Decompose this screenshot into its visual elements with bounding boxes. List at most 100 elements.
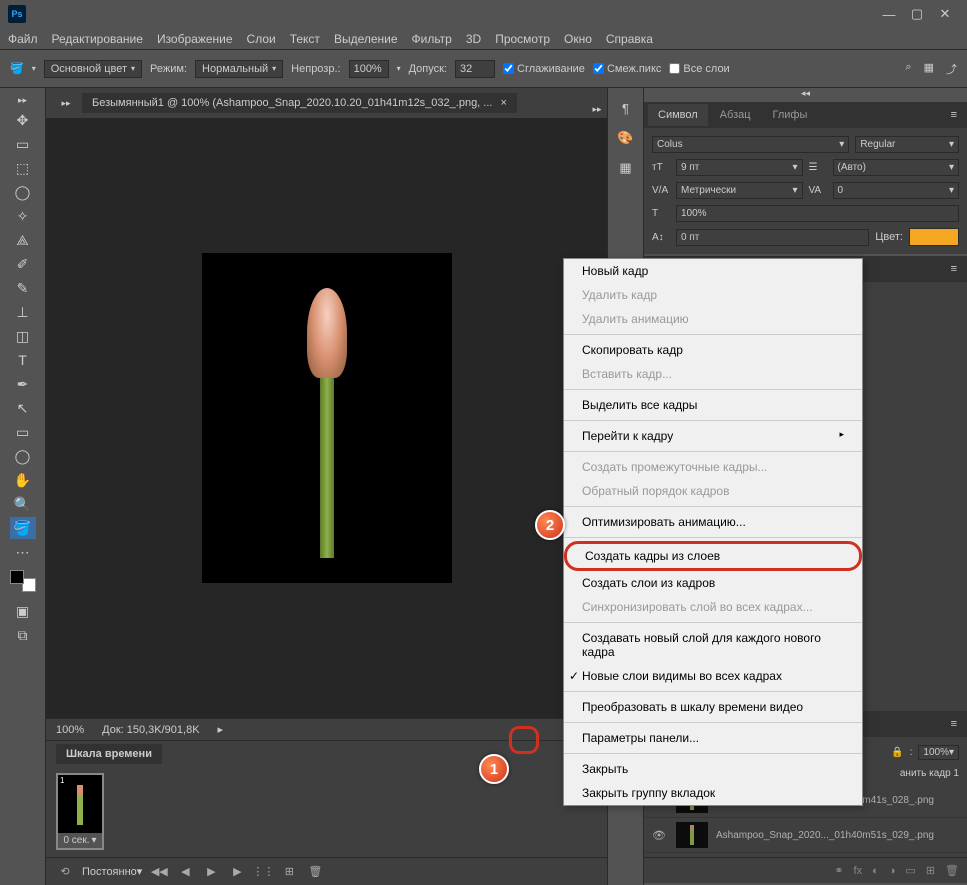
tracking-select[interactable]: 0▾: [833, 182, 960, 199]
cm-flatten[interactable]: Создать слои из кадров: [564, 571, 862, 595]
share-icon[interactable]: ⤴: [946, 61, 957, 77]
lock-icon[interactable]: 🔒: [891, 747, 903, 758]
animation-frame-1[interactable]: 0 сек.▾: [56, 773, 104, 850]
ellipse-tool[interactable]: ◯: [10, 445, 36, 467]
frame-duration[interactable]: 0 сек.▾: [58, 833, 102, 848]
play-button[interactable]: ▶: [202, 863, 220, 881]
opacity-input[interactable]: 100%: [349, 60, 389, 78]
close-button[interactable]: ✕: [931, 4, 959, 24]
all-layers-checkbox[interactable]: Все слои: [669, 63, 729, 75]
cm-convert[interactable]: Преобразовать в шкалу времени видео: [564, 695, 862, 719]
menu-view[interactable]: Просмотр: [495, 32, 550, 46]
path-select-tool[interactable]: ↖: [10, 397, 36, 419]
loop-mode-select[interactable]: Постоянно▾: [82, 865, 142, 878]
menu-file[interactable]: Файл: [8, 32, 38, 46]
tolerance-input[interactable]: 32: [455, 60, 495, 78]
link-layers-icon[interactable]: ⚭: [834, 864, 843, 877]
font-style-select[interactable]: Regular▾: [855, 136, 959, 153]
cm-new-layer-frame[interactable]: Создавать новый слой для каждого нового …: [564, 626, 862, 664]
leading-select[interactable]: (Авто)▾: [833, 159, 960, 176]
new-layer-icon[interactable]: ⊞: [926, 864, 935, 877]
menu-3d[interactable]: 3D: [466, 32, 481, 46]
marquee-tool[interactable]: ⬚: [10, 157, 36, 179]
kerning-select[interactable]: Метрически▾: [676, 182, 803, 199]
group-icon[interactable]: ▭: [905, 864, 915, 877]
canvas[interactable]: [46, 118, 607, 718]
rectangle-tool[interactable]: ▭: [10, 421, 36, 443]
cm-goto[interactable]: Перейти к кадру: [564, 424, 862, 448]
menu-edit[interactable]: Редактирование: [52, 32, 143, 46]
hand-tool[interactable]: ✋: [10, 469, 36, 491]
lasso-tool[interactable]: ◯: [10, 181, 36, 203]
document-tab[interactable]: Безымянный1 @ 100% (Ashampoo_Snap_2020.1…: [82, 93, 517, 113]
tween-button[interactable]: ⋮⋮: [254, 863, 272, 881]
minimize-button[interactable]: —: [875, 4, 903, 24]
zoom-tool[interactable]: 🔍: [10, 493, 36, 515]
visibility-icon[interactable]: 👁: [652, 829, 668, 842]
scale-input[interactable]: 100%: [676, 205, 959, 222]
paragraph-panel-icon[interactable]: ¶: [616, 98, 636, 118]
text-color-swatch[interactable]: [909, 228, 959, 246]
fill-source-select[interactable]: Основной цвет▾: [44, 60, 142, 78]
swatches-panel-icon[interactable]: ▦: [616, 158, 636, 178]
crop-tool[interactable]: ⟁: [10, 229, 36, 251]
delete-frame-button[interactable]: 🗑: [306, 863, 324, 881]
cm-visible[interactable]: Новые слои видимы во всех кадрах: [564, 664, 862, 688]
cm-make-frames-from-layers[interactable]: Создать кадры из слоев: [564, 541, 862, 571]
tab-paragraph[interactable]: Абзац: [710, 104, 761, 126]
menu-filter[interactable]: Фильтр: [412, 32, 452, 46]
char-panel-menu[interactable]: ≡: [945, 109, 963, 121]
antialias-checkbox[interactable]: Сглаживание: [503, 63, 585, 75]
first-frame-button[interactable]: ◀◀: [150, 863, 168, 881]
font-family-select[interactable]: Colus▾: [652, 136, 849, 153]
panel-collapse-icon[interactable]: ◂◂: [644, 88, 967, 102]
maximize-button[interactable]: ▢: [903, 4, 931, 24]
baseline-input[interactable]: 0 пт: [676, 229, 869, 246]
blend-mode-select[interactable]: Нормальный▾: [195, 60, 283, 78]
font-size-select[interactable]: 9 пт▾: [676, 159, 803, 176]
cm-optimize[interactable]: Оптимизировать анимацию...: [564, 510, 862, 534]
menu-select[interactable]: Выделение: [334, 32, 398, 46]
paint-bucket-tool[interactable]: 🪣: [10, 517, 36, 539]
loop-select[interactable]: ⟲: [56, 863, 74, 881]
menu-layers[interactable]: Слои: [247, 32, 276, 46]
color-swatch[interactable]: [10, 570, 36, 592]
hidden-panel-menu[interactable]: ≡: [945, 263, 963, 275]
workspace-icon[interactable]: ▦: [924, 61, 934, 77]
brush-tool[interactable]: ✎: [10, 277, 36, 299]
cm-new-frame[interactable]: Новый кадр: [564, 259, 862, 283]
type-tool[interactable]: T: [10, 349, 36, 371]
menu-help[interactable]: Справка: [606, 32, 653, 46]
cm-select-all[interactable]: Выделить все кадры: [564, 393, 862, 417]
more-tools[interactable]: ⋯: [10, 541, 36, 563]
panel-expand-left[interactable]: ▸▸: [56, 98, 76, 109]
tab-glyphs[interactable]: Глифы: [763, 104, 818, 126]
timeline-tab[interactable]: Шкала времени: [56, 744, 162, 764]
layers-panel-menu[interactable]: ≡: [945, 718, 963, 730]
layer-mask-icon[interactable]: ◐: [872, 865, 879, 877]
layer-row[interactable]: 👁 Ashampoo_Snap_2020..._01h40m51s_029_.p…: [644, 818, 967, 853]
eyedropper-tool[interactable]: ✐: [10, 253, 36, 275]
cm-close[interactable]: Закрыть: [564, 757, 862, 781]
tab-character[interactable]: Символ: [648, 104, 708, 126]
layer-fx-icon[interactable]: fx: [854, 865, 863, 877]
next-frame-button[interactable]: ▶: [228, 863, 246, 881]
adjustment-layer-icon[interactable]: ◑: [889, 865, 896, 877]
prev-frame-button[interactable]: ◀: [176, 863, 194, 881]
quick-mask[interactable]: ▣: [10, 600, 36, 622]
cm-copy-frame[interactable]: Скопировать кадр: [564, 338, 862, 362]
zoom-level[interactable]: 100%: [56, 724, 84, 736]
search-icon[interactable]: ⌕: [905, 61, 911, 77]
menu-text[interactable]: Текст: [290, 32, 320, 46]
screen-mode[interactable]: ⧉: [10, 624, 36, 646]
eraser-tool[interactable]: ◫: [10, 325, 36, 347]
cm-close-group[interactable]: Закрыть группу вкладок: [564, 781, 862, 805]
cm-panel-opts[interactable]: Параметры панели...: [564, 726, 862, 750]
menu-image[interactable]: Изображение: [157, 32, 233, 46]
menu-window[interactable]: Окно: [564, 32, 592, 46]
magic-wand-tool[interactable]: ✧: [10, 205, 36, 227]
close-tab-icon[interactable]: ×: [500, 97, 506, 109]
toolbar-expand[interactable]: ▸▸: [10, 93, 36, 107]
stamp-tool[interactable]: ⊥: [10, 301, 36, 323]
color-panel-icon[interactable]: 🎨: [616, 128, 636, 148]
